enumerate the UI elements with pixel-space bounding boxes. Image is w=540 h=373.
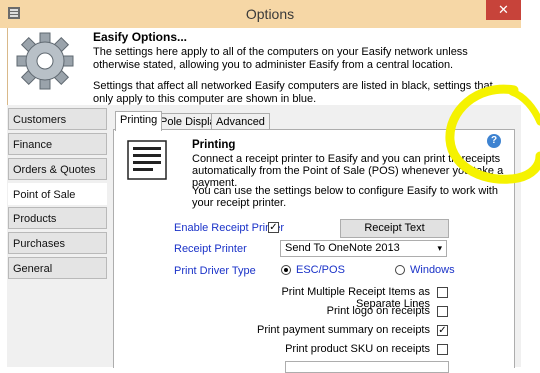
driver-escpos-radio[interactable] bbox=[281, 265, 291, 275]
option-separate-lines-checkbox[interactable] bbox=[437, 287, 448, 298]
printer-icon bbox=[127, 140, 167, 180]
sidebar-item-general[interactable]: General bbox=[8, 257, 107, 279]
receipt-printer-select[interactable]: Send To OneNote 2013 ▾ bbox=[280, 240, 447, 257]
highlight-circle-annotation bbox=[445, 84, 540, 184]
partial-field[interactable] bbox=[285, 361, 449, 373]
option-logo-label: Print logo on receipts bbox=[326, 305, 430, 317]
driver-windows-label: Windows bbox=[410, 264, 455, 276]
sidebar-item-orders-quotes[interactable]: Orders & Quotes bbox=[8, 158, 107, 180]
tab-advanced[interactable]: Advanced bbox=[211, 113, 270, 130]
sidebar-item-point-of-sale[interactable]: Point of Sale bbox=[8, 183, 107, 205]
option-payment-summary-label: Print payment summary on receipts bbox=[256, 324, 430, 336]
sidebar-item-products[interactable]: Products bbox=[8, 207, 107, 229]
chevron-down-icon: ▾ bbox=[437, 243, 442, 253]
window-title: Options bbox=[245, 6, 295, 22]
section-title: Printing bbox=[192, 139, 236, 151]
receipt-text-button[interactable]: Receipt Text bbox=[340, 219, 449, 238]
driver-windows-radio[interactable] bbox=[395, 265, 405, 275]
tab-printing[interactable]: Printing bbox=[115, 111, 163, 131]
receipt-printer-value: Send To OneNote 2013 bbox=[285, 242, 400, 254]
print-driver-type-label: Print Driver Type bbox=[174, 265, 256, 277]
sidebar: Customers Finance Orders & Quotes Point … bbox=[8, 108, 109, 367]
option-product-sku-checkbox[interactable] bbox=[437, 344, 448, 355]
check-icon: ✓ bbox=[438, 325, 447, 336]
sidebar-item-finance[interactable]: Finance bbox=[8, 133, 107, 155]
radio-selected-icon bbox=[284, 268, 288, 272]
option-logo-checkbox[interactable] bbox=[437, 306, 448, 317]
header-title: Easify Options... bbox=[93, 30, 188, 44]
driver-escpos-label: ESC/POS bbox=[296, 264, 345, 276]
enable-receipt-printer-checkbox[interactable]: ✓ bbox=[268, 222, 279, 233]
close-icon[interactable]: ✕ bbox=[486, 0, 521, 20]
option-product-sku-label: Print product SKU on receipts bbox=[285, 343, 430, 355]
receipt-printer-label: Receipt Printer bbox=[174, 243, 247, 255]
gear-icon bbox=[16, 32, 74, 90]
check-icon: ✓ bbox=[269, 222, 278, 233]
sidebar-item-purchases[interactable]: Purchases bbox=[8, 232, 107, 254]
header-description: The settings here apply to all of the co… bbox=[93, 46, 468, 71]
option-payment-summary-checkbox[interactable]: ✓ bbox=[437, 325, 448, 336]
sidebar-item-customers[interactable]: Customers bbox=[8, 108, 107, 130]
